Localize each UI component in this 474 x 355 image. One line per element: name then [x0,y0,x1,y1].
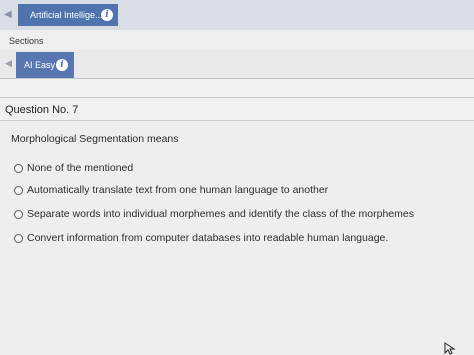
tab-label: Artificial Intellige... [30,10,103,20]
spacer-strip [0,79,474,98]
option-label: None of the mentioned [27,162,134,174]
option-label: Separate words into individual morphemes… [27,208,414,220]
radio-icon[interactable] [14,210,23,219]
section-tab-label: AI Easy [24,60,56,70]
sections-bar [0,32,474,51]
question-number: Question No. 7 [5,104,79,116]
option-label: Automatically translate text from one hu… [27,184,329,196]
sections-label: Sections [9,36,44,46]
info-icon[interactable]: i [56,59,68,71]
left-arrow-icon[interactable]: ◀ [4,8,14,22]
question-text: Morphological Segmentation means [11,133,179,145]
radio-icon[interactable] [14,234,23,243]
mouse-cursor-icon [444,342,456,355]
radio-icon[interactable] [14,164,23,173]
info-icon[interactable]: i [101,9,113,21]
left-arrow-icon[interactable]: ◀ [5,58,12,69]
radio-icon[interactable] [14,186,23,195]
option-label: Convert information from computer databa… [27,232,389,244]
